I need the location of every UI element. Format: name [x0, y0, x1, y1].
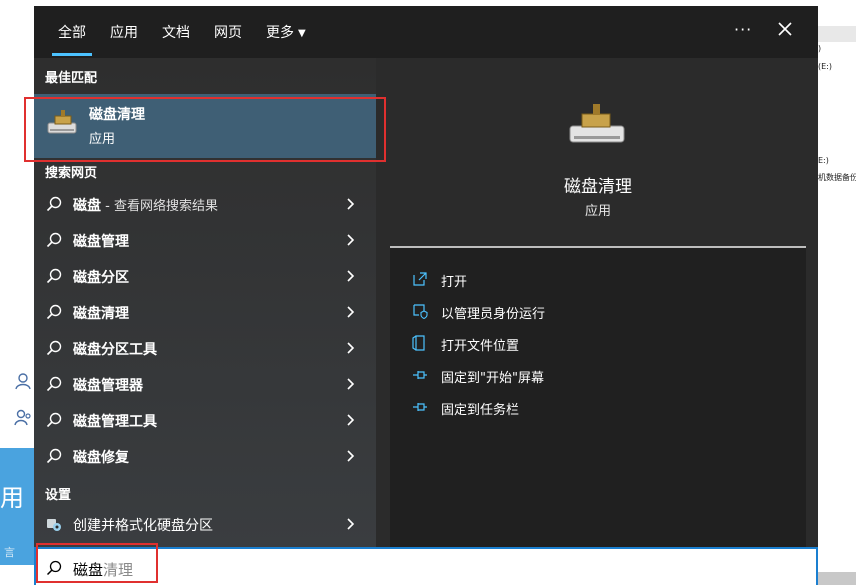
shield-icon	[413, 304, 428, 319]
tab-web[interactable]: 网页	[214, 22, 242, 42]
chevron-right-icon[interactable]	[344, 341, 358, 355]
web-result-label: 磁盘修复	[73, 450, 129, 466]
chevron-right-icon[interactable]	[344, 449, 358, 463]
search-icon	[46, 448, 62, 464]
detail-pane: 磁盘清理 应用 打开 以管理员身份运行 打开文件位置 固定到"开始"屏幕 固定到…	[390, 70, 806, 547]
action-pin-to-start[interactable]: 固定到"开始"屏幕	[412, 363, 792, 389]
pin-icon	[413, 371, 427, 379]
web-result-label: 磁盘管理器	[73, 378, 143, 394]
web-result-label: 磁盘管理	[73, 234, 129, 250]
background-tile: 用 言	[0, 448, 34, 565]
search-icon	[46, 412, 62, 428]
tab-more[interactable]: 更多 ▼	[266, 22, 306, 42]
web-result-label: 磁盘管理工具	[73, 414, 157, 430]
person-icon	[15, 373, 31, 390]
best-match-name: 磁盘清理	[89, 107, 145, 123]
web-result-label: 磁盘	[73, 198, 101, 214]
disk-cleanup-icon	[47, 110, 77, 134]
chevron-down-icon: ▼	[298, 27, 306, 39]
file-location-icon	[412, 335, 425, 351]
more-options-button[interactable]: ···	[734, 20, 752, 39]
search-query: 磁盘清理	[73, 559, 133, 580]
tab-documents[interactable]: 文档	[162, 22, 190, 42]
web-result-item[interactable]: 磁盘清理	[34, 294, 376, 330]
search-tab-bar: 全部 应用 文档 网页 更多 ▼ ···	[34, 6, 818, 58]
action-run-as-admin[interactable]: 以管理员身份运行	[412, 299, 792, 325]
best-match-item[interactable]: 磁盘清理 应用	[34, 94, 376, 158]
search-icon	[46, 560, 62, 576]
background-band	[818, 26, 856, 42]
search-icon	[46, 376, 62, 392]
disk-cleanup-icon	[569, 104, 625, 143]
web-result-item[interactable]: 磁盘分区工具	[34, 330, 376, 366]
action-label: 打开文件位置	[441, 339, 520, 354]
chevron-right-icon[interactable]	[344, 197, 358, 211]
action-label: 固定到任务栏	[441, 403, 520, 418]
search-icon	[46, 268, 62, 284]
pin-icon	[413, 403, 427, 411]
search-input[interactable]: 磁盘清理	[34, 547, 818, 585]
close-icon[interactable]	[774, 18, 796, 40]
search-panel: 全部 应用 文档 网页 更多 ▼ ··· 最佳匹配 磁盘清理 应用 搜索网页 磁盘…	[34, 6, 818, 547]
settings-result-label: 创建并格式化硬盘分区	[73, 518, 213, 534]
web-result-item[interactable]: 磁盘分区	[34, 258, 376, 294]
results-list: 最佳匹配 磁盘清理 应用 搜索网页 磁盘 - 查看网络搜索结果 磁盘管理 磁盘分…	[34, 58, 376, 547]
detail-app-name: 磁盘清理	[564, 177, 632, 197]
action-pin-to-taskbar[interactable]: 固定到任务栏	[412, 395, 792, 421]
search-icon	[46, 196, 62, 212]
best-match-type: 应用	[89, 132, 116, 147]
search-icon	[46, 232, 62, 248]
web-result-item[interactable]: 磁盘修复	[34, 438, 376, 474]
chevron-right-icon[interactable]	[344, 377, 358, 391]
web-result-label: 磁盘分区	[73, 270, 129, 286]
web-result-item[interactable]: 磁盘管理工具	[34, 402, 376, 438]
chevron-right-icon[interactable]	[344, 269, 358, 283]
search-typed-text: 磁盘	[73, 561, 104, 579]
background-tile-subtext: 言	[4, 546, 15, 559]
background-window-left: 用 言	[0, 0, 34, 585]
search-icon	[46, 304, 62, 320]
chevron-right-icon[interactable]	[344, 233, 358, 247]
background-text: E:)	[818, 156, 829, 165]
background-text: (E:)	[818, 62, 832, 71]
background-text: )	[818, 44, 822, 53]
action-label: 固定到"开始"屏幕	[441, 371, 544, 386]
detail-divider	[390, 246, 806, 248]
best-match-heading: 最佳匹配	[45, 71, 98, 86]
action-label: 打开	[441, 275, 468, 290]
detail-app-type: 应用	[584, 204, 611, 219]
web-result-item[interactable]: 磁盘管理器	[34, 366, 376, 402]
action-open-file-location[interactable]: 打开文件位置	[412, 331, 792, 357]
background-text: 机数据备份	[818, 173, 856, 182]
settings-gear-icon	[47, 519, 61, 531]
tab-all[interactable]: 全部	[52, 22, 92, 56]
web-result-suffix: - 查看网络搜索结果	[101, 199, 218, 214]
web-result-label: 磁盘清理	[73, 306, 129, 322]
people-icon	[14, 409, 31, 426]
action-label: 以管理员身份运行	[441, 307, 546, 322]
action-open[interactable]: 打开	[412, 267, 792, 293]
web-result-label: 磁盘分区工具	[73, 342, 157, 358]
tab-apps[interactable]: 应用	[110, 22, 138, 42]
web-search-heading: 搜索网页	[45, 166, 98, 181]
search-autocomplete-hint: 清理	[103, 561, 134, 579]
settings-heading: 设置	[45, 488, 72, 503]
open-icon	[413, 272, 427, 286]
search-icon	[46, 340, 62, 356]
background-bottom-strip	[818, 572, 856, 585]
chevron-right-icon[interactable]	[344, 305, 358, 319]
web-result-item[interactable]: 磁盘 - 查看网络搜索结果	[34, 186, 376, 222]
background-tile-text: 用	[0, 484, 24, 512]
chevron-right-icon[interactable]	[344, 413, 358, 427]
settings-result-item[interactable]: 创建并格式化硬盘分区	[34, 506, 376, 542]
web-result-item[interactable]: 磁盘管理	[34, 222, 376, 258]
detail-header: 磁盘清理 应用	[390, 70, 806, 246]
background-window-right: ) (E:) E:) 机数据备份	[818, 0, 856, 585]
chevron-right-icon[interactable]	[344, 517, 358, 531]
